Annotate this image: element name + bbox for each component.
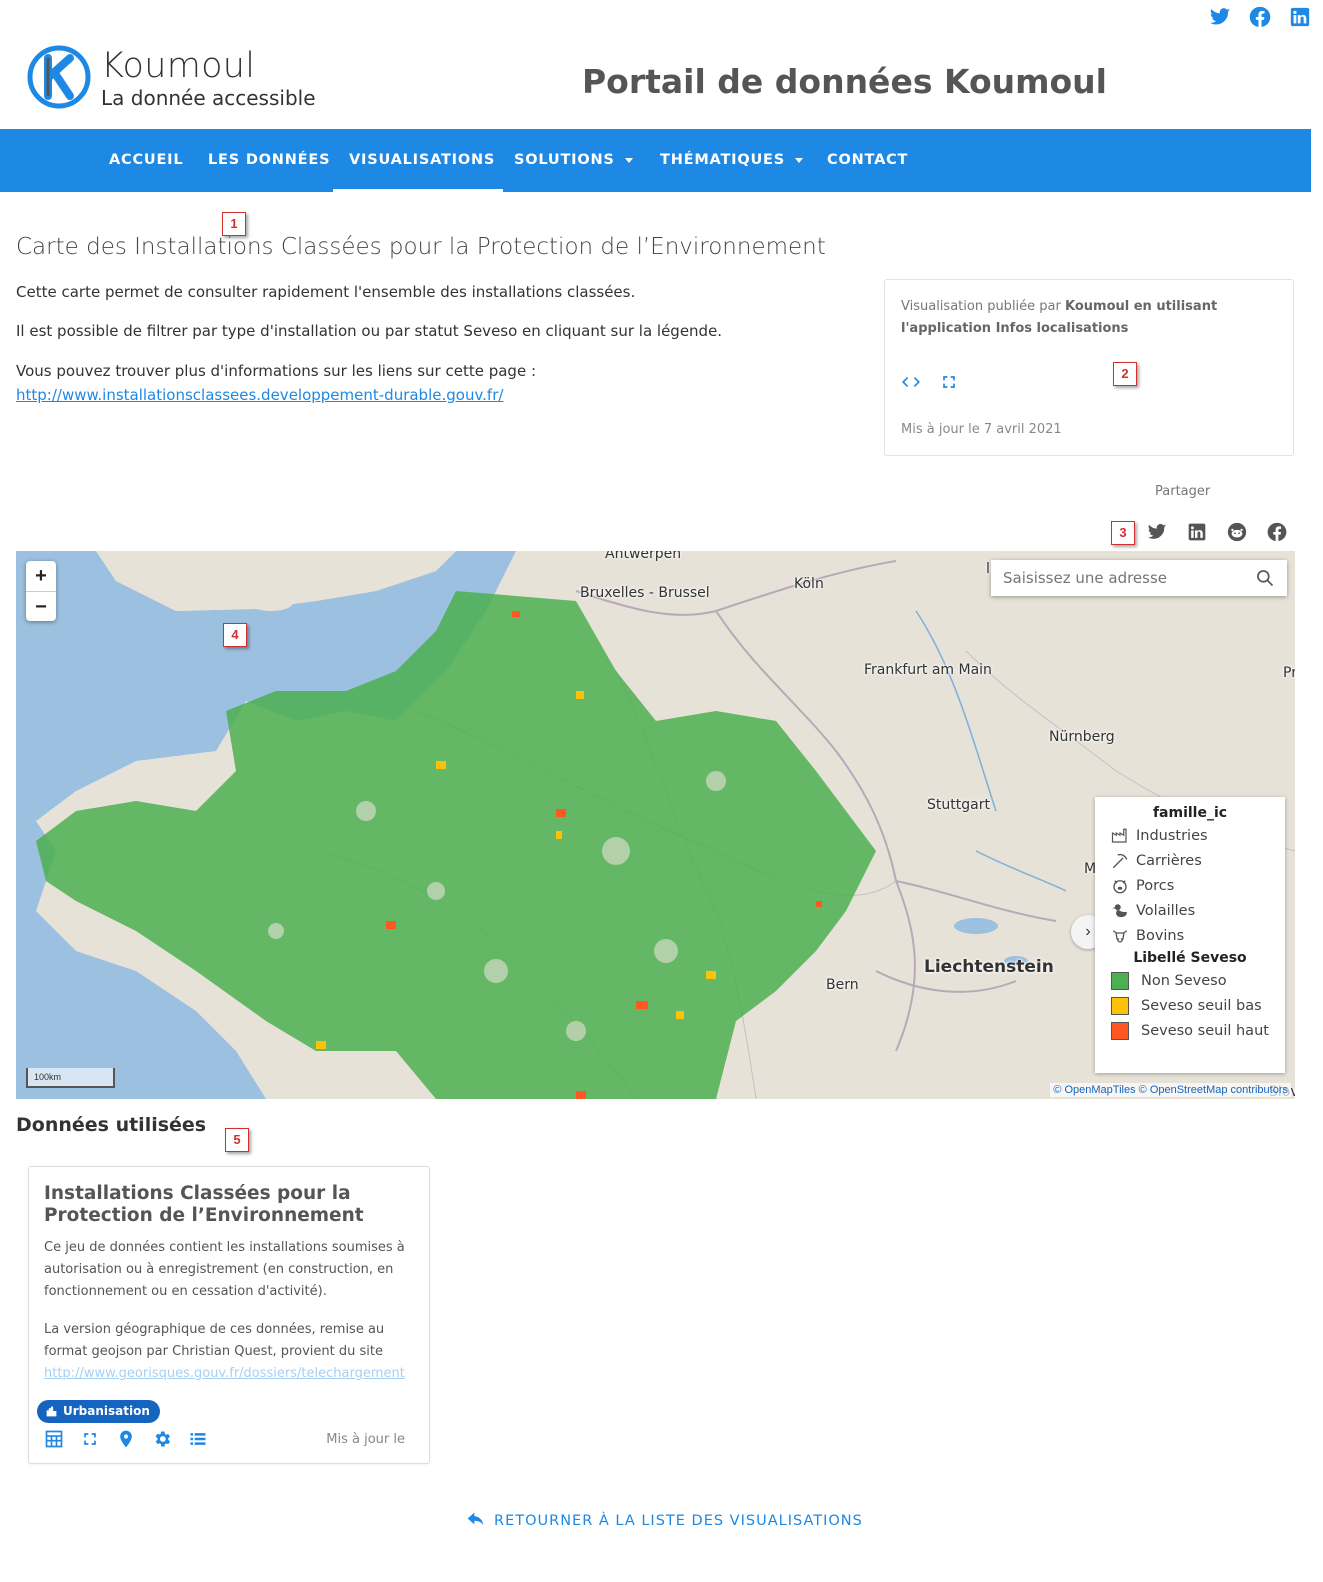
description-paragraph: Il est possible de filtrer par type d'in… — [16, 322, 723, 340]
zoom-out-button[interactable]: − — [26, 591, 56, 621]
color-swatch — [1111, 996, 1129, 1015]
reply-arrow-icon — [467, 1512, 484, 1526]
description-paragraph: Vous pouvez trouver plus d'informations … — [16, 362, 537, 380]
visualization-info-box: Visualisation publiée par Koumoul en uti… — [884, 279, 1294, 456]
topic-tag[interactable]: Urbanisation — [37, 1400, 160, 1423]
reddit-icon[interactable] — [1227, 522, 1247, 542]
nav-item-visualisations[interactable]: VISUALISATIONS — [332, 129, 504, 192]
fullscreen-icon[interactable] — [80, 1429, 100, 1449]
chevron-down-icon — [624, 157, 633, 163]
main-nav: ACCUEIL LES DONNÉES VISUALISATIONS SOLUT… — [0, 129, 1311, 192]
annotation-marker-3: 3 — [1111, 521, 1135, 545]
dataset-description: Ce jeu de données contient les installat… — [44, 1240, 405, 1299]
list-icon[interactable] — [188, 1429, 208, 1449]
duck-icon — [1109, 901, 1131, 921]
map-scale: 100km — [26, 1068, 115, 1088]
nav-item-solutions[interactable]: SOLUTIONS — [514, 129, 633, 192]
table-icon[interactable] — [44, 1429, 64, 1449]
map-city-label: Stuttgart — [927, 797, 990, 813]
map-legend: famille_ic Industries Carrières Porcs Vo… — [1095, 797, 1285, 1073]
map-city-label: Bern — [826, 977, 859, 993]
header-social-links — [1209, 6, 1311, 28]
zoom-in-button[interactable]: + — [26, 561, 56, 591]
twitter-icon[interactable] — [1147, 522, 1167, 542]
legend-item-seveso-haut[interactable]: Seveso seuil haut — [1109, 1018, 1271, 1043]
publisher-info: Visualisation publiée par Koumoul en uti… — [901, 299, 1218, 336]
facebook-icon[interactable] — [1249, 6, 1271, 28]
legend-item-volailles[interactable]: Volailles — [1109, 898, 1271, 923]
legend-item-industries[interactable]: Industries — [1109, 823, 1271, 848]
info-link[interactable]: http://www.installationsclassees.develop… — [16, 386, 503, 404]
annotation-marker-5: 5 — [225, 1128, 249, 1152]
search-icon[interactable] — [1255, 568, 1275, 588]
map-city-label: Köln — [794, 576, 824, 592]
map-city-label: Frankfurt am Main — [864, 662, 992, 678]
nav-item-contact[interactable]: CONTACT — [827, 129, 908, 192]
annotation-marker-1: 1 — [222, 212, 246, 236]
brand-tagline: La donnée accessible — [101, 86, 316, 110]
koumoul-logo[interactable] — [26, 44, 92, 110]
pig-icon — [1109, 876, 1131, 896]
portal-title: Portail de données Koumoul — [582, 62, 1107, 101]
map-city-label: Antwerpen — [605, 551, 682, 562]
installations-map[interactable]: + − Antwerpen Köln Bruxelles - Brussel F… — [16, 551, 1295, 1099]
legend-title: famille_ic — [1152, 805, 1228, 821]
linkedin-icon[interactable] — [1187, 522, 1207, 542]
address-search — [991, 560, 1287, 596]
dataset-description: La version géographique de ces données, … — [44, 1322, 405, 1381]
legend-item-non-seveso[interactable]: Non Seveso — [1109, 968, 1271, 993]
legend-item-bovins[interactable]: Bovins — [1109, 923, 1271, 948]
zoom-control: + − — [26, 561, 56, 621]
map-city-label: Bruxelles - Brussel — [580, 585, 710, 601]
map-city-label: Liechtenstein — [924, 957, 1054, 977]
linkedin-icon[interactable] — [1289, 6, 1311, 28]
facebook-icon[interactable] — [1267, 522, 1287, 542]
legend-item-carrieres[interactable]: Carrières — [1109, 848, 1271, 873]
dataset-card[interactable]: Installations Classées pour la Protectio… — [28, 1166, 430, 1464]
share-links — [1147, 522, 1287, 542]
back-to-visualizations-link[interactable]: RETOURNER À LA LISTE DES VISUALISATIONS — [466, 1512, 863, 1530]
annotation-marker-4: 4 — [223, 623, 247, 647]
page-title: Carte des Installations Classées pour la… — [16, 234, 826, 260]
dataset-updated-date: Mis à jour le — [326, 1432, 405, 1447]
dataset-source-link[interactable]: http://www.georisques.gouv.fr/dossiers/t… — [44, 1366, 405, 1381]
brand-name: Koumoul — [101, 46, 256, 86]
map-city-label: l — [986, 561, 990, 577]
gear-icon[interactable] — [152, 1429, 172, 1449]
factory-icon — [1109, 826, 1131, 846]
nav-item-accueil[interactable]: ACCUEIL — [109, 129, 183, 192]
map-city-label: Nürnberg — [1049, 729, 1115, 745]
share-label: Partager — [1155, 484, 1211, 499]
legend-title: Libellé Seveso — [1133, 950, 1247, 966]
address-search-input[interactable] — [991, 560, 1241, 596]
map-marker-icon[interactable] — [116, 1429, 136, 1449]
legend-item-porcs[interactable]: Porcs — [1109, 873, 1271, 898]
chevron-down-icon — [795, 157, 803, 163]
twitter-icon[interactable] — [1209, 6, 1231, 28]
section-title: Données utilisées — [16, 1114, 207, 1136]
color-swatch — [1111, 1021, 1129, 1040]
nav-item-donnees[interactable]: LES DONNÉES — [208, 129, 330, 192]
color-swatch — [1111, 971, 1129, 990]
description-paragraph: Cette carte permet de consulter rapideme… — [16, 283, 636, 301]
cow-icon — [1109, 926, 1131, 946]
map-attribution[interactable]: © OpenMapTiles © OpenStreetMap contribut… — [1050, 1083, 1291, 1097]
nav-item-thematiques[interactable]: THÉMATIQUES — [660, 129, 803, 192]
updated-date: Mis à jour le 7 avril 2021 — [901, 422, 1062, 437]
embed-code-icon[interactable] — [901, 372, 921, 392]
map-city-label: Pr — [1283, 665, 1295, 681]
pickaxe-icon — [1109, 851, 1131, 871]
city-icon — [46, 1406, 57, 1417]
fullscreen-icon[interactable] — [939, 372, 959, 392]
dataset-title[interactable]: Installations Classées pour la Protectio… — [44, 1183, 374, 1227]
legend-item-seveso-bas[interactable]: Seveso seuil bas — [1109, 993, 1271, 1018]
